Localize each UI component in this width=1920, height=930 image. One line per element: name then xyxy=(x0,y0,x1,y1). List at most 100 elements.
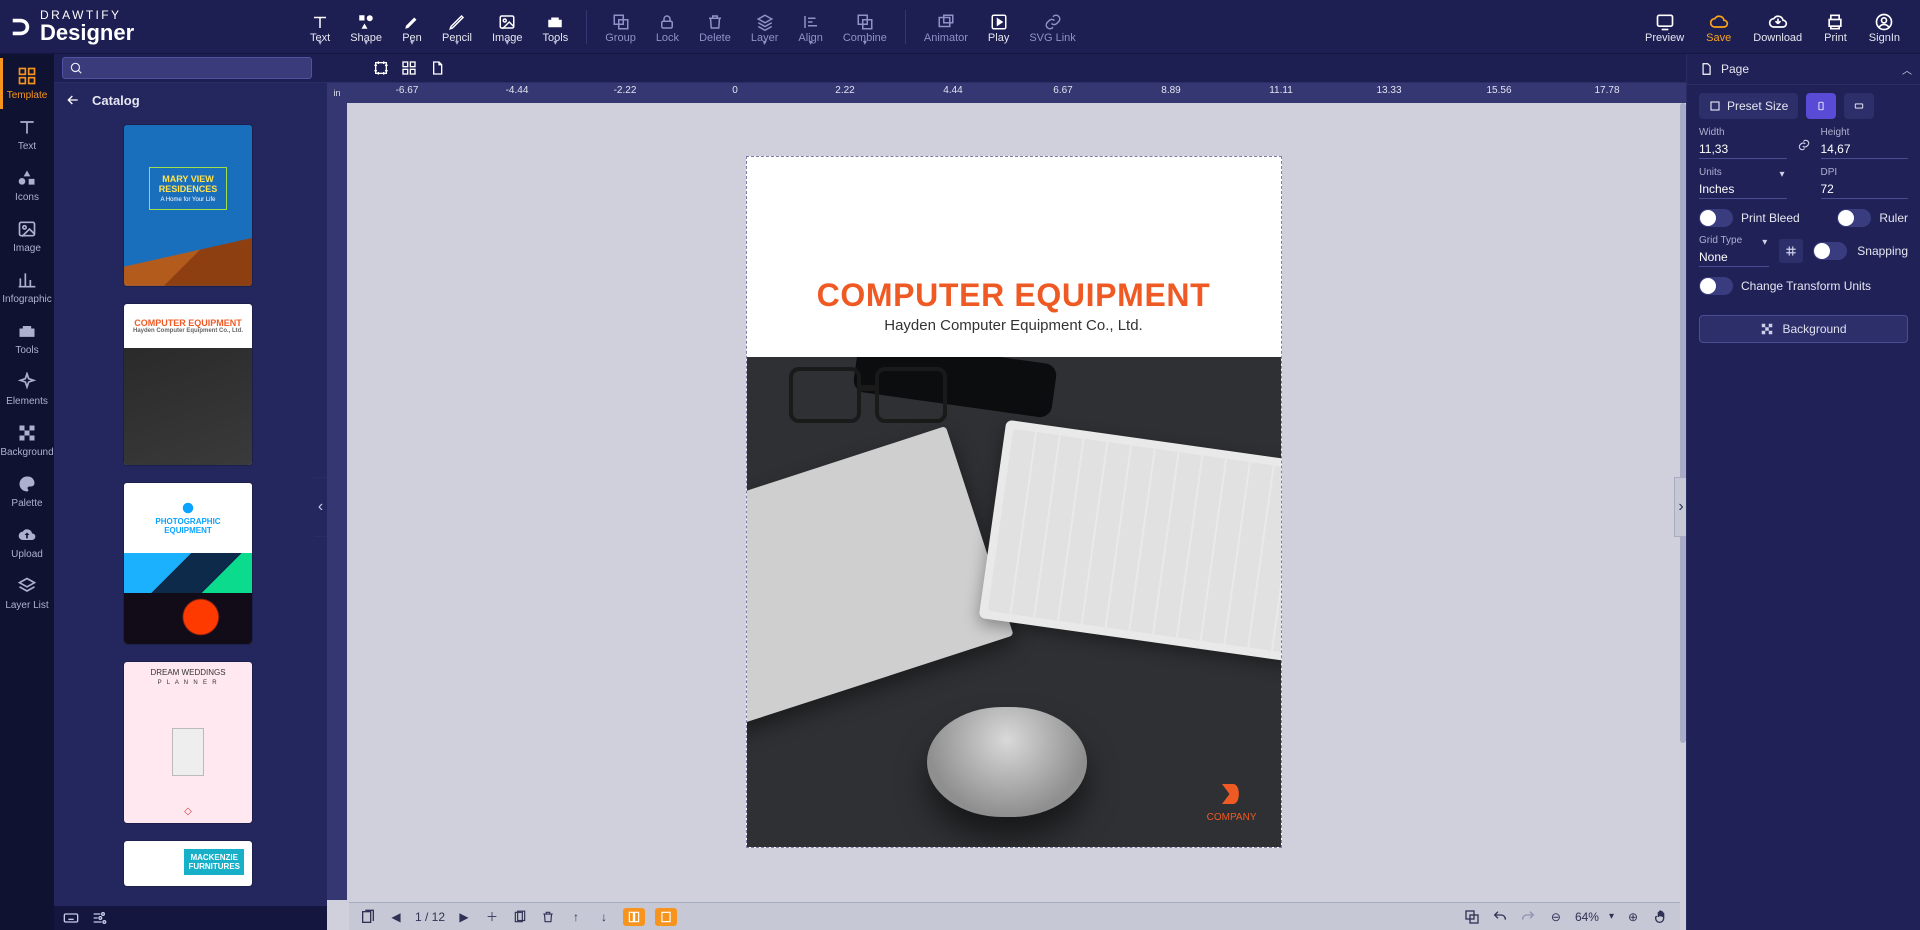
page-counter: 1 / 12 xyxy=(415,910,445,924)
page-up[interactable]: ↑ xyxy=(567,908,585,926)
pan-hand-icon[interactable] xyxy=(1652,908,1670,926)
rail-tools[interactable]: Tools xyxy=(0,313,54,364)
rail-palette[interactable]: Palette xyxy=(0,466,54,517)
rail-upload[interactable]: Upload xyxy=(0,517,54,568)
company-logo[interactable]: COMPANY xyxy=(1207,779,1257,823)
canvas-editpath-icon[interactable] xyxy=(400,59,418,77)
template-card[interactable]: MACKENZIEFURNITURES xyxy=(124,841,252,886)
settings2-icon[interactable] xyxy=(90,909,108,927)
btn-download[interactable]: Download xyxy=(1743,8,1812,46)
page-prev[interactable]: ◀ xyxy=(387,908,405,926)
cloud-save-icon xyxy=(1709,12,1729,32)
zoom-in[interactable]: ⊕ xyxy=(1624,908,1642,926)
grid-options-icon[interactable] xyxy=(1779,239,1803,263)
orientation-landscape[interactable] xyxy=(1844,93,1874,119)
template-card[interactable]: MARY VIEWRESIDENCESA Home for Your Life xyxy=(124,125,252,286)
tool-play[interactable]: Play xyxy=(978,8,1019,46)
ruler-toggle[interactable] xyxy=(1837,209,1871,227)
text-icon xyxy=(17,117,37,137)
canvas-stage[interactable]: COMPUTER EQUIPMENT Hayden Computer Equip… xyxy=(347,103,1680,900)
tool-lock[interactable]: Lock xyxy=(646,8,689,46)
collapse-panel[interactable]: ‹ xyxy=(314,477,327,537)
rail-elements[interactable]: Elements xyxy=(0,364,54,415)
height-input[interactable] xyxy=(1821,140,1909,159)
print-bleed-toggle[interactable] xyxy=(1699,209,1733,227)
page-layout-a[interactable] xyxy=(623,908,645,926)
page-photo[interactable]: COMPANY xyxy=(747,357,1281,847)
redo[interactable] xyxy=(1519,908,1537,926)
grid-select[interactable]: None xyxy=(1699,248,1769,267)
dpi-input[interactable] xyxy=(1821,180,1909,199)
page-duplicate[interactable] xyxy=(511,908,529,926)
snapping-toggle[interactable] xyxy=(1813,242,1847,260)
background-button[interactable]: Background xyxy=(1699,315,1908,343)
portrait-icon xyxy=(1816,99,1826,113)
canvas-area: in -6.67 -4.44 -2.22 0 2.22 4.44 6.67 8.… xyxy=(327,83,1686,930)
zoom-out[interactable]: ⊖ xyxy=(1547,908,1565,926)
tool-combine[interactable]: Combine▾ xyxy=(833,8,897,46)
inspector-header[interactable]: Page ︿ xyxy=(1687,54,1920,85)
templates-list[interactable]: MARY VIEWRESIDENCESA Home for Your Life … xyxy=(54,119,327,906)
back-button[interactable] xyxy=(64,91,82,109)
link-dimensions-icon[interactable] xyxy=(1797,138,1811,155)
tool-shape[interactable]: Shape▾ xyxy=(340,8,392,46)
tool-image[interactable]: Image▾ xyxy=(482,8,533,46)
rail-icons[interactable]: Icons xyxy=(0,160,54,211)
tool-animator[interactable]: Animator xyxy=(914,8,978,46)
page-delete[interactable] xyxy=(539,908,557,926)
tool-tools[interactable]: Tools▾ xyxy=(533,8,579,46)
rail-infographic[interactable]: Infographic xyxy=(0,262,54,313)
pages-icon[interactable] xyxy=(359,908,377,926)
animator-icon xyxy=(936,12,956,32)
combine-icon xyxy=(855,12,875,32)
zoom-value[interactable]: 64% xyxy=(1575,910,1599,924)
tool-pen[interactable]: Pen▾ xyxy=(392,8,432,46)
rail-text[interactable]: Text xyxy=(0,109,54,160)
search-input[interactable] xyxy=(83,60,305,76)
tool-pencil[interactable]: Pencil▾ xyxy=(432,8,482,46)
page-artboard[interactable]: COMPUTER EQUIPMENT Hayden Computer Equip… xyxy=(746,156,1282,848)
tool-layer[interactable]: Layer▾ xyxy=(741,8,789,46)
template-card[interactable]: DREAM WEDDINGSP L A N N E R ◇ xyxy=(124,662,252,823)
topbar: DRAWTIFY Designer Text▾ Shape▾ Pen▾ Penc… xyxy=(0,0,1920,54)
page-down[interactable]: ↓ xyxy=(595,908,613,926)
canvas-masksel-icon[interactable] xyxy=(372,59,390,77)
templates-panel: Catalog MARY VIEWRESIDENCESA Home for Yo… xyxy=(54,83,327,930)
units-select[interactable]: Inches xyxy=(1699,180,1787,199)
tool-delete[interactable]: Delete xyxy=(689,8,741,46)
rail-background[interactable]: Background xyxy=(0,415,54,466)
template-card[interactable]: PHOTOGRAPHICEQUIPMENT xyxy=(124,483,252,644)
kbd-icon[interactable] xyxy=(62,909,80,927)
left-rail: Template Text Icons Image Infographic To… xyxy=(0,54,54,930)
tool-group[interactable]: Group xyxy=(595,8,646,46)
preset-size-button[interactable]: Preset Size xyxy=(1699,93,1798,119)
template-card[interactable]: COMPUTER EQUIPMENTHayden Computer Equipm… xyxy=(124,304,252,465)
page-title[interactable]: COMPUTER EQUIPMENT xyxy=(747,277,1281,314)
rail-image[interactable]: Image xyxy=(0,211,54,262)
change-units-toggle[interactable] xyxy=(1699,277,1733,295)
tool-align[interactable]: Align▾ xyxy=(788,8,832,46)
btn-save[interactable]: Save xyxy=(1696,8,1741,46)
btn-signin[interactable]: SignIn xyxy=(1859,8,1910,46)
width-input[interactable] xyxy=(1699,140,1787,159)
orientation-portrait[interactable] xyxy=(1806,93,1836,119)
arrow-left-icon xyxy=(65,92,81,108)
page-add[interactable]: ＋ xyxy=(483,908,501,926)
btn-preview[interactable]: Preview xyxy=(1635,8,1694,46)
template-search[interactable] xyxy=(62,57,312,79)
align-icon xyxy=(801,12,821,32)
canvas-anchorpage-icon[interactable] xyxy=(428,59,446,77)
rail-template[interactable]: Template xyxy=(0,58,54,109)
history-icon[interactable] xyxy=(1463,908,1481,926)
cloud-upload-icon xyxy=(17,525,37,545)
page-layout-b[interactable] xyxy=(655,908,677,926)
btn-print[interactable]: Print xyxy=(1814,8,1857,46)
expand-inspector[interactable]: › xyxy=(1674,477,1686,537)
rail-layerlist[interactable]: Layer List xyxy=(0,568,54,619)
page-next[interactable]: ▶ xyxy=(455,908,473,926)
pencil-icon xyxy=(447,12,467,32)
tool-text[interactable]: Text▾ xyxy=(300,8,340,46)
page-subtitle[interactable]: Hayden Computer Equipment Co., Ltd. xyxy=(747,317,1281,334)
tool-svglink[interactable]: SVG Link xyxy=(1019,8,1085,46)
undo[interactable] xyxy=(1491,908,1509,926)
